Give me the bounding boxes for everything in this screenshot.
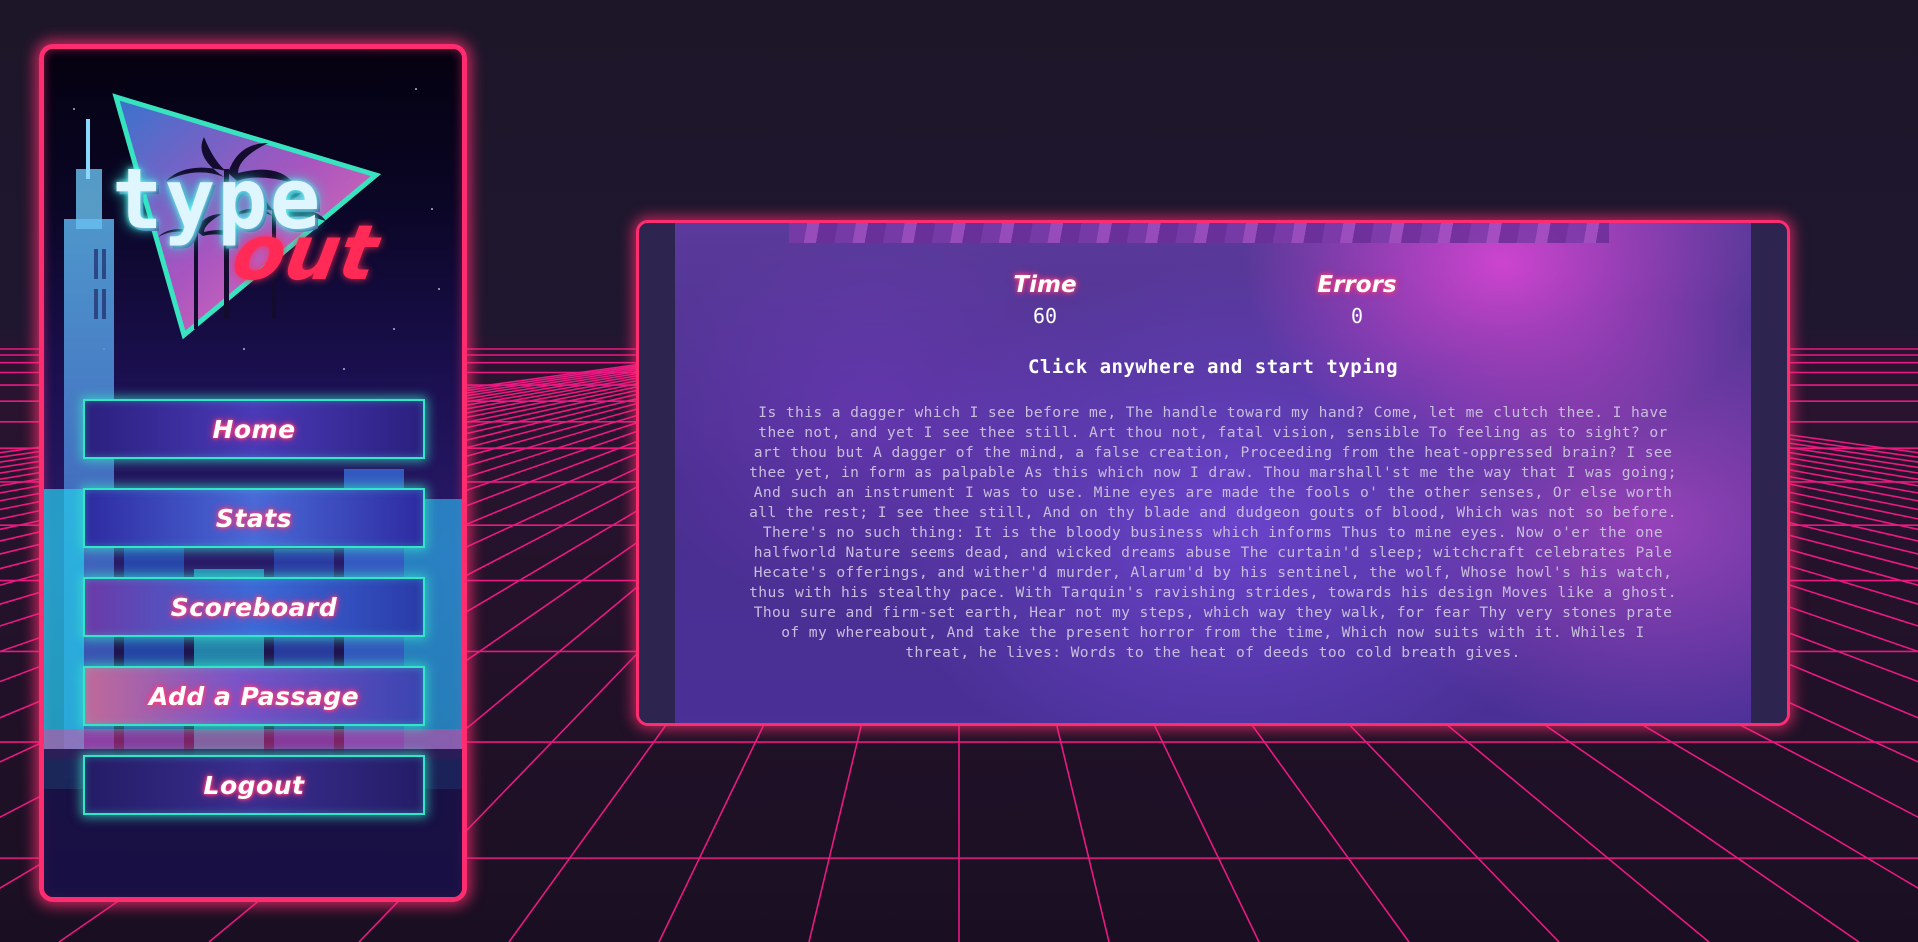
nav-menu: Home Stats Scoreboard Add a Passage Logo… — [83, 399, 425, 844]
start-typing-prompt: Click anywhere and start typing — [1027, 356, 1399, 378]
time-stat: Time 60 — [945, 272, 1145, 328]
logout-button-label: Logout — [203, 770, 305, 800]
add-passage-button-label: Add a Passage — [148, 681, 360, 711]
time-value: 60 — [1032, 304, 1058, 328]
scoreboard-button[interactable]: Scoreboard — [83, 577, 425, 637]
logo-out-text: out — [226, 208, 385, 297]
errors-stat: Errors 0 — [1257, 272, 1457, 328]
errors-value: 0 — [1350, 304, 1364, 328]
sidebar: type out Home Stats Scoreboard Add a Pas… — [39, 44, 467, 902]
panel-side-right — [1751, 223, 1787, 723]
add-passage-button[interactable]: Add a Passage — [83, 666, 425, 726]
typing-passage[interactable]: Is this a dagger which I see before me, … — [745, 403, 1681, 663]
panel-side-left — [639, 223, 675, 723]
scoreboard-button-label: Scoreboard — [170, 592, 338, 622]
errors-label: Errors — [1317, 272, 1397, 298]
stats-button[interactable]: Stats — [83, 488, 425, 548]
logout-button[interactable]: Logout — [83, 755, 425, 815]
home-button[interactable]: Home — [83, 399, 425, 459]
time-label: Time — [1013, 272, 1077, 298]
logo: type out — [44, 49, 462, 409]
home-button-label: Home — [212, 414, 296, 444]
panel-top-band — [789, 223, 1609, 243]
stats-button-label: Stats — [215, 503, 293, 533]
